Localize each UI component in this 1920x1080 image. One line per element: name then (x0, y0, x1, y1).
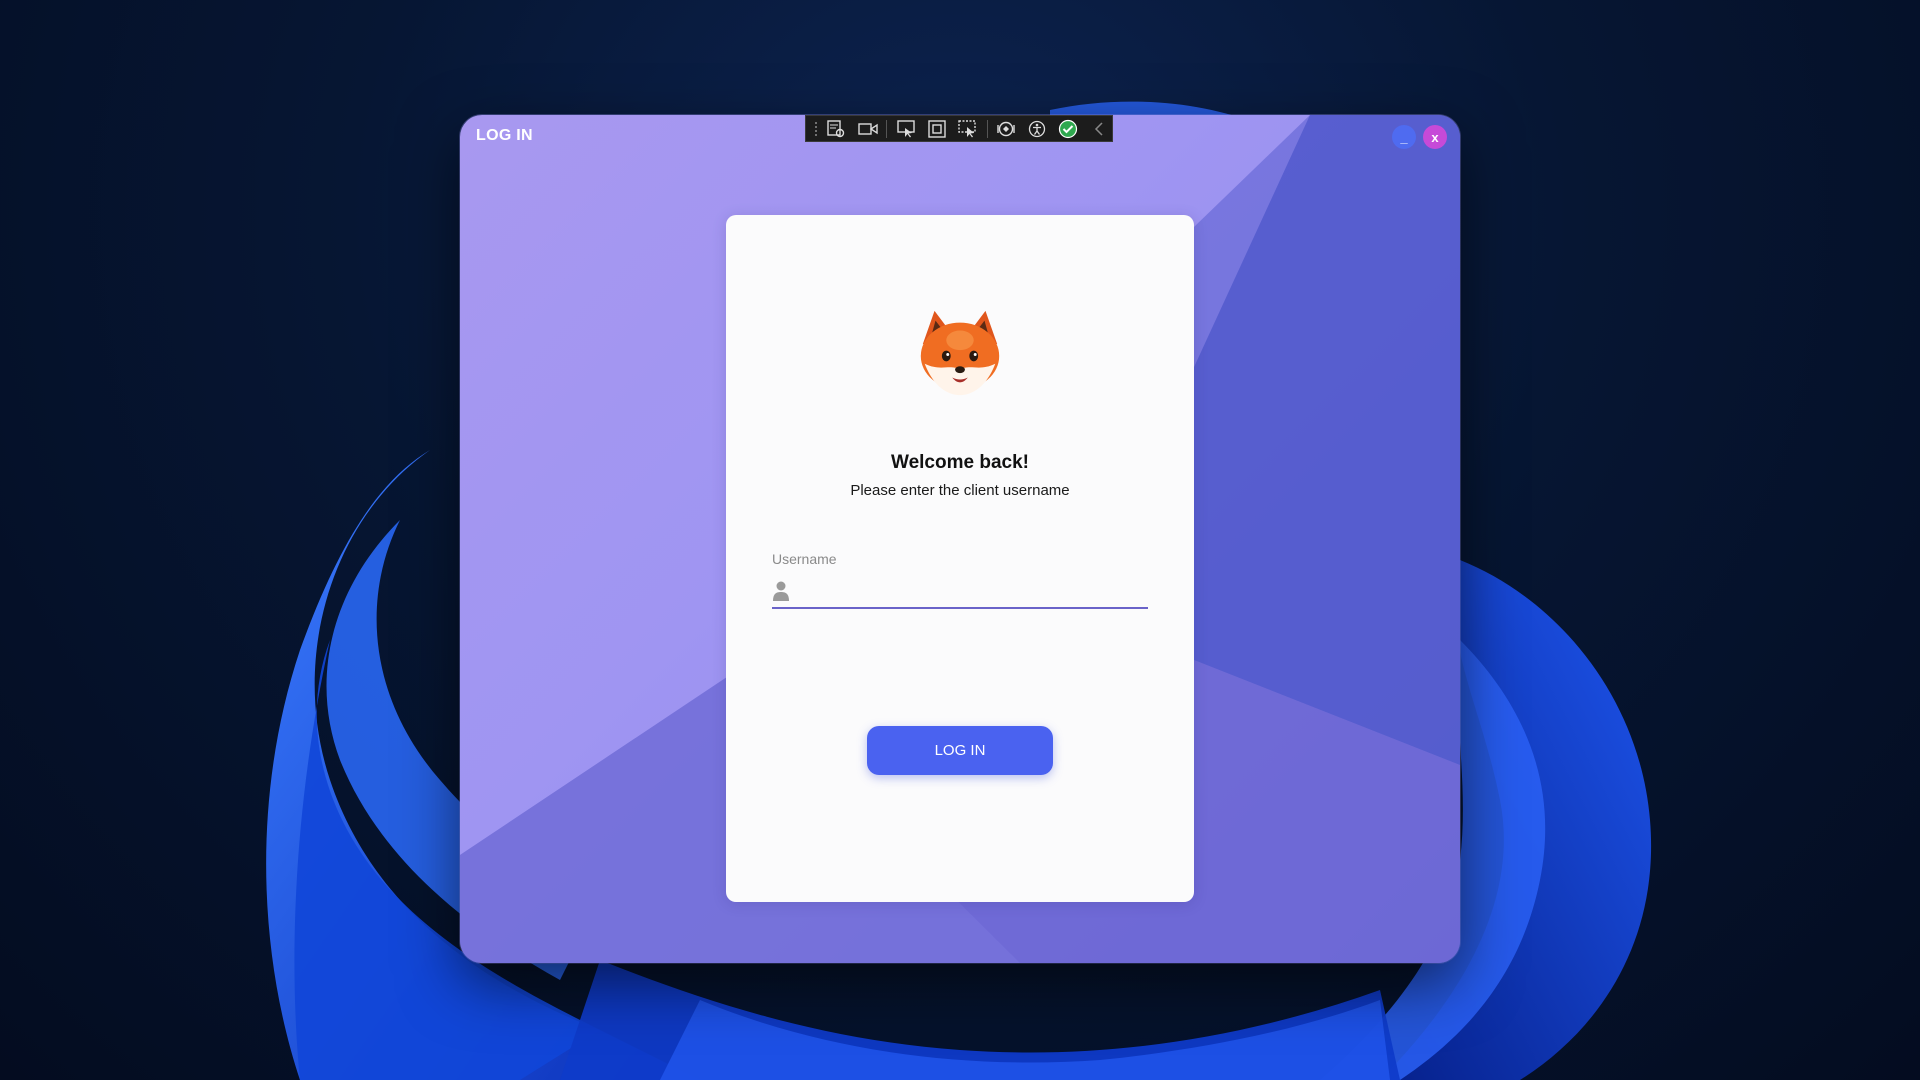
accessibility-icon[interactable] (1025, 118, 1050, 140)
xaml-debug-toolbar (805, 115, 1113, 142)
display-layout-adorners-icon[interactable] (924, 118, 949, 140)
welcome-subtitle: Please enter the client username (850, 482, 1070, 499)
welcome-heading: Welcome back! (891, 452, 1029, 473)
fox-avatar-icon (920, 310, 1000, 396)
login-button[interactable]: LOG IN (867, 726, 1053, 775)
track-focused-element-icon[interactable] (955, 118, 980, 140)
live-visual-tree-icon[interactable] (824, 118, 849, 140)
toolbar-separator (886, 119, 888, 138)
window-title: LOG IN (476, 127, 533, 144)
hot-reload-icon[interactable] (994, 118, 1019, 140)
username-label: Username (772, 551, 837, 567)
username-field[interactable] (772, 575, 1148, 609)
record-icon[interactable] (855, 118, 880, 140)
toolbar-separator (986, 119, 988, 138)
select-element-icon[interactable] (893, 118, 918, 140)
desktop: LOG IN _ x Welcome back! Please enter th… (0, 0, 1920, 1080)
minimize-button[interactable]: _ (1392, 125, 1416, 149)
collapse-chevron-icon[interactable] (1087, 118, 1112, 140)
binding-check-icon[interactable] (1056, 118, 1081, 140)
close-button[interactable]: x (1423, 125, 1447, 149)
username-input[interactable] (798, 581, 1148, 601)
toolbar-grip-icon[interactable] (814, 120, 818, 137)
login-card: Welcome back! Please enter the client us… (726, 215, 1194, 902)
user-icon (773, 581, 789, 601)
login-window: LOG IN _ x Welcome back! Please enter th… (460, 115, 1460, 963)
